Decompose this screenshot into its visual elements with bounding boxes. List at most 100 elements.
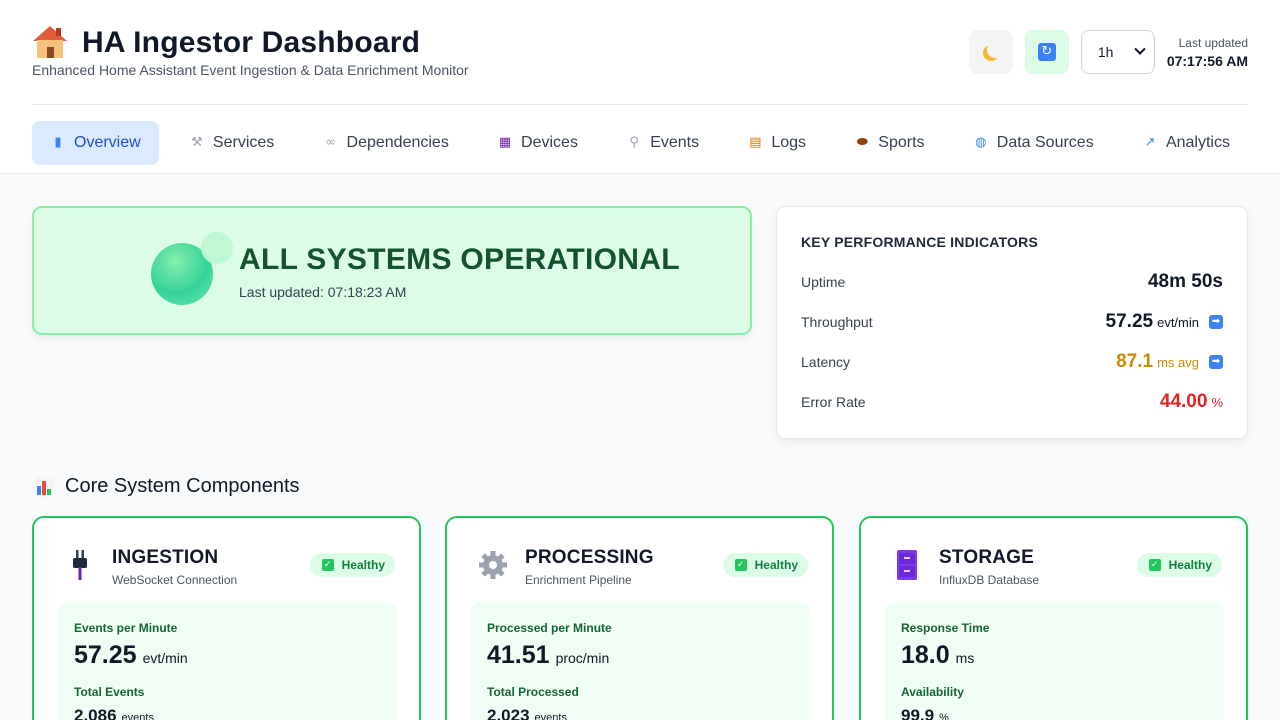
plug-icon [73,550,87,580]
wrench-icon: ⚒ [191,135,203,150]
last-updated: Last updated 07:17:56 AM [1167,36,1248,69]
arrow-right-icon: ➡ [1209,355,1223,369]
tab-label: Overview [74,134,141,151]
kpi-unit: evt/min [1157,315,1199,330]
metric-primary: 41.51 proc/min [487,641,609,670]
metric-unit: events [121,712,154,720]
metric-value: 18.0 [901,641,950,669]
metric-value: 2,086 [74,706,117,720]
metric-label: Events per Minute [74,621,178,635]
system-status-updated: Last updated: 07:18:23 AM [239,284,407,300]
moon-icon [987,42,1003,58]
time-range-value: 1h [1097,44,1114,60]
kpi-unit: % [1211,395,1223,410]
metric-label: Availability [901,685,964,699]
metric-label: Total Processed [487,685,579,699]
tab-label: Data Sources [996,134,1094,151]
kpi-label: Uptime [801,274,846,290]
kpi-label: Throughput [801,314,873,330]
tab-bar: ▮ Overview ⚒ Services ∞ Dependencies ▦ D… [32,121,1248,165]
component-metrics: Events per Minute 57.25 evt/min Total Ev… [58,603,397,720]
system-status-card: ALL SYSTEMS OPERATIONAL Last updated: 07… [32,206,752,335]
metric-primary: 18.0 ms [901,641,974,670]
kpi-unit: ms avg [1157,355,1199,370]
tab-label: Sports [878,134,925,151]
component-card-storage[interactable]: STORAGE InfluxDB Database ✓ Healthy Resp… [859,516,1248,720]
component-description: WebSocket Connection [112,573,238,587]
component-metrics: Processed per Minute 41.51 proc/min Tota… [471,603,810,720]
metric-unit: evt/min [142,650,188,666]
metric-secondary: 2,086 events [74,706,154,720]
status-orb-pulse [201,232,233,264]
tab-label: Events [650,134,700,151]
status-badge-label: Healthy [1168,558,1212,572]
auto-refresh-button[interactable]: ↻ [1024,30,1069,74]
kpi-label: Latency [801,354,851,370]
tab-analytics[interactable]: ↗ Analytics [1124,121,1248,165]
tab-events[interactable]: ⚲ Events [608,121,717,165]
status-badge: ✓ Healthy [722,553,808,577]
link-icon: ∞ [325,135,336,150]
tab-devices[interactable]: ▦ Devices [479,121,596,165]
metric-value: 41.51 [487,641,550,669]
component-name: INGESTION [112,547,219,568]
refresh-icon: ↻ [1037,43,1056,61]
page-title: HA Ingestor Dashboard [82,26,421,59]
tab-label: Logs [771,134,807,151]
check-icon: ✓ [734,559,747,571]
tab-label: Analytics [1165,134,1230,151]
metric-label: Processed per Minute [487,621,612,635]
kpi-row-uptime: Uptime 48m 50s [801,270,1223,294]
check-icon: ✓ [321,559,334,571]
kpi-row-throughput: Throughput 57.25 evt/min ➡ [801,310,1223,334]
metric-unit: proc/min [555,650,610,666]
football-icon: ⬬ [856,135,868,150]
kpi-value: 57.25 [1105,311,1154,332]
tab-logs[interactable]: ▤ Logs [729,121,824,165]
component-name: STORAGE [939,547,1035,568]
header-divider [32,104,1248,105]
kpi-row-error-rate: Error Rate 44.00 % [801,390,1223,414]
arrow-right-icon: ➡ [1209,315,1223,329]
metric-value: 99.9 [901,706,935,720]
bar-chart-icon [35,476,55,497]
trend-chart-icon: ↗ [1144,135,1156,150]
component-card-ingestion[interactable]: INGESTION WebSocket Connection ✓ Healthy… [32,516,421,720]
metric-label: Response Time [901,621,990,635]
kpi-card: KEY PERFORMANCE INDICATORS Uptime 48m 50… [776,206,1248,439]
gear-icon [479,551,507,579]
file-cabinet-icon [897,550,917,580]
house-icon [32,26,68,60]
tab-data-sources[interactable]: ◍ Data Sources [955,121,1112,165]
globe-icon: ◍ [975,135,987,150]
metric-value: 2,023 [487,706,530,720]
status-badge: ✓ Healthy [309,553,395,577]
kpi-value: 48m 50s [1147,271,1223,292]
tab-dependencies[interactable]: ∞ Dependencies [305,121,467,165]
metric-secondary: 2,023 events [487,706,567,720]
satellite-icon: ⚲ [629,135,639,150]
tab-label: Dependencies [346,134,449,151]
theme-toggle-button[interactable] [968,30,1013,74]
title-row: HA Ingestor Dashboard [32,26,420,60]
component-metrics: Response Time 18.0 ms Availability 99.9 … [885,603,1224,720]
status-badge-label: Healthy [341,558,385,572]
metric-primary: 57.25 evt/min [74,641,188,670]
metric-unit: % [939,712,949,720]
tab-services[interactable]: ⚒ Services [171,121,292,165]
tab-label: Devices [521,134,578,151]
kpi-row-latency: Latency 87.1 ms avg ➡ [801,350,1223,374]
header-controls: ↻ 1h Last updated 07:17:56 AM [968,30,1248,74]
chevron-down-icon [1134,43,1146,55]
component-description: Enrichment Pipeline [525,573,632,587]
tab-overview[interactable]: ▮ Overview [32,121,159,165]
metric-unit: events [534,712,567,720]
last-updated-value: 07:17:56 AM [1166,52,1248,69]
section-title: Core System Components [35,475,300,498]
component-card-processing[interactable]: PROCESSING Enrichment Pipeline ✓ Healthy… [445,516,834,720]
tab-sports[interactable]: ⬬ Sports [836,121,942,165]
time-range-select[interactable]: 1h [1080,30,1155,74]
tab-label: Services [212,134,275,151]
page-subtitle: Enhanced Home Assistant Event Ingestion … [32,62,469,78]
status-badge-label: Healthy [754,558,798,572]
